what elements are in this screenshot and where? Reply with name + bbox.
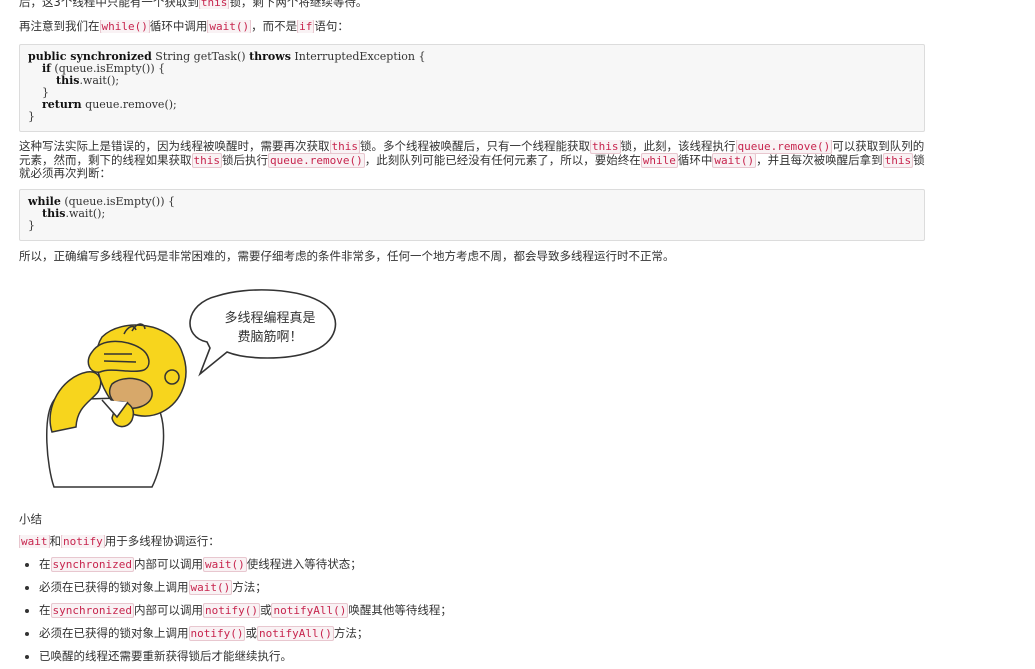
paragraph-top: 后，这3个线程中只能有一个获取到 this 锁，剩下两个将继续等待。 — [19, 0, 925, 9]
summary-title: 小结 — [19, 512, 42, 526]
inline-code: notify() — [188, 626, 246, 641]
code-keyword: this — [42, 207, 66, 220]
inline-code: synchronized — [50, 603, 134, 618]
list-item: 已唤醒的线程还需要重新获得锁后才能继续执行。 — [39, 645, 919, 668]
list-item: 必须在已获得的锁对象上调用notify()或notifyAll()方法； — [39, 622, 919, 645]
text: 内部可以调用 — [133, 557, 203, 571]
text: 唤醒其他等待线程； — [348, 603, 452, 617]
code-block-gettask: public synchronized String getTask() thr… — [19, 44, 925, 132]
text: 必须在已获得的锁对象上调用 — [39, 580, 189, 594]
inline-code: this — [882, 152, 914, 168]
inline-code: wait() — [188, 580, 233, 595]
inline-code: while — [640, 152, 678, 168]
summary-list: 在synchronized内部可以调用wait()使线程进入等待状态； 必须在已… — [19, 553, 919, 668]
paragraph-explanation: 这种写法实际上是错误的，因为线程被唤醒时，需要再次获取 this 锁。多个线程被唤醒… — [19, 140, 925, 181]
text: 和 — [49, 535, 62, 548]
text: 或 — [245, 626, 257, 640]
speech-bubble: 多线程编程真是 费脑筋啊！ — [189, 289, 337, 377]
code-block-while: while (queue.isEmpty()) { this.wait(); } — [19, 189, 925, 241]
bubble-text-line2: 费脑筋啊！ — [237, 329, 302, 345]
bubble-text-line1: 多线程编程真是 — [224, 310, 315, 326]
text: ，而不是 — [251, 20, 298, 33]
paragraph-summary-intro: wait 和 notify 用于多线程协调运行： — [19, 535, 925, 548]
inline-code: synchronized — [50, 557, 134, 572]
text: 内部可以调用 — [133, 603, 203, 617]
text: 循环中调用 — [149, 20, 208, 33]
text: 在 — [39, 557, 51, 571]
text: 方法； — [333, 626, 369, 640]
inline-code: while() — [99, 20, 150, 33]
text: 后，这3个线程中只能有一个获取到 — [19, 0, 199, 9]
code-text: } — [28, 110, 35, 123]
inline-code: notify — [61, 535, 105, 548]
code-text: queue.remove(); — [81, 98, 177, 111]
inline-code: notify() — [202, 603, 260, 618]
text: 锁，此刻，该线程执行 — [620, 140, 736, 153]
paragraph-conclusion: 所以，正确编写多线程代码是非常困难的，需要仔细考虑的条件非常多，任何一个地方考虑… — [19, 250, 925, 263]
inline-code: wait() — [207, 20, 252, 33]
inline-code: if — [297, 20, 315, 33]
code-keyword: return — [42, 98, 82, 111]
inline-code: this — [191, 152, 222, 168]
list-item: 必须在已获得的锁对象上调用wait()方法； — [39, 576, 919, 599]
code-text: .wait(); — [79, 74, 120, 87]
text: 使线程进入等待状态； — [246, 557, 362, 571]
code-text: InterruptedException { — [290, 50, 426, 63]
code-keyword: throws — [249, 50, 291, 63]
code-text: } — [28, 219, 35, 232]
list-item: 在synchronized内部可以调用notify()或notifyAll()唤… — [39, 599, 919, 622]
inline-code: this — [329, 140, 360, 154]
text: ，此刻队列可能已经没有任何元素了，所以，要始终在 — [364, 152, 641, 167]
inline-code: wait() — [202, 557, 247, 572]
inline-code: notifyAll() — [271, 603, 349, 618]
text: 这种写法实际上是错误的，因为线程被唤醒时，需要再次获取 — [19, 140, 330, 153]
illustration-homer-thinking: 多线程编程真是 费脑筋啊！ — [32, 282, 362, 494]
cartoon-drawing: 多线程编程真是 费脑筋啊！ — [46, 289, 337, 488]
text: 或 — [259, 603, 272, 617]
code-keyword: if — [42, 62, 51, 75]
inline-code: wait — [19, 535, 50, 548]
text: 已唤醒的线程还需要重新获得锁后才能继续执行。 — [39, 649, 292, 663]
text: 再注意到我们在 — [19, 20, 100, 33]
text: 方法； — [232, 580, 267, 594]
text: 所以，正确编写多线程代码是非常困难的，需要仔细考虑的条件非常多，任何一个地方考虑… — [19, 250, 675, 263]
text: 在 — [39, 603, 51, 617]
text: 锁，剩下两个将继续等待。 — [229, 0, 368, 9]
inline-code: notifyAll() — [256, 626, 334, 641]
list-item: 在synchronized内部可以调用wait()使线程进入等待状态； — [39, 553, 919, 576]
text: 锁后执行 — [222, 152, 268, 167]
inline-code: wait() — [712, 152, 757, 168]
text: 语句： — [314, 20, 349, 33]
inline-code: this — [198, 0, 230, 9]
code-keyword: this — [55, 74, 80, 87]
inline-code: queue.remove() — [268, 152, 365, 168]
code-text: .wait(); — [65, 207, 106, 220]
text: 必须在已获得的锁对象上调用 — [39, 626, 189, 640]
text: 锁。多个线程被唤醒后，只有一个线程能获取 — [360, 140, 590, 153]
code-text: String getTask() — [151, 50, 250, 63]
cartoon-character — [46, 323, 187, 488]
text: 用于多线程协调运行： — [104, 535, 220, 548]
text: ，并且每次被唤醒后拿到 — [756, 152, 883, 167]
paragraph-note: 再注意到我们在 while() 循环中调用 wait() ，而不是 if 语句： — [19, 20, 925, 33]
text: 循环中 — [677, 152, 713, 167]
